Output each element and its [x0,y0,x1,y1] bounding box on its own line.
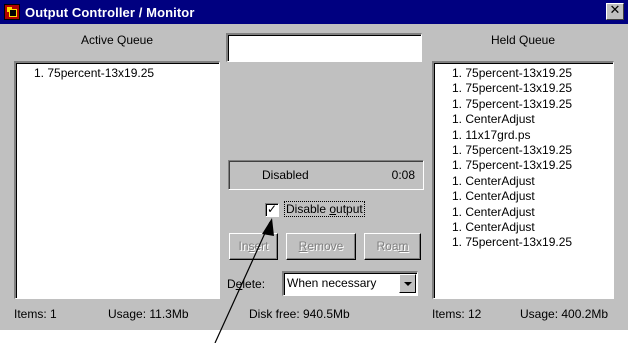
btn-part: In [238,239,249,253]
held-queue-list[interactable]: 1. 75percent-13x19.25 1. 75percent-13x19… [432,61,614,299]
list-item[interactable]: 1. 75percent-13x19.25 [452,143,613,158]
delete-label: Delete: [227,277,265,291]
held-queue-header: Held Queue [490,33,556,47]
delete-policy-select[interactable]: When necessary [282,271,418,296]
list-item[interactable]: 1. 75percent-13x19.25 [452,97,613,112]
btn-part: Roa [376,239,399,253]
list-item[interactable]: 1. CenterAdjust [452,174,613,189]
label-part: D [227,277,236,291]
held-usage: Usage: 400.2Mb [520,307,609,321]
active-queue-header: Active Queue [80,33,154,47]
window-title: Output Controller / Monitor [25,4,195,20]
disable-output-label[interactable]: Disable output [284,201,365,217]
disk-free: Disk free: 940.5Mb [249,307,350,321]
status-text: Disabled [262,168,309,182]
status-time: 0:08 [391,168,415,182]
list-item[interactable]: 1. CenterAdjust [452,205,613,220]
remove-button[interactable]: Remove [286,233,356,260]
btn-accelerator: R [298,239,308,253]
list-item[interactable]: 1. 75percent-13x19.25 [452,235,613,250]
list-item[interactable]: 1. 75percent-13x19.25 [452,66,613,81]
insert-button[interactable]: Insert [229,233,278,260]
checkmark-icon: ✓ [266,202,278,216]
btn-part: ert [254,239,269,253]
disable-output-checkbox[interactable]: ✓ [265,203,279,217]
name-input[interactable] [226,33,422,62]
delete-policy-value: When necessary [287,276,377,290]
close-icon[interactable]: ✕ [606,3,624,20]
btn-accelerator: m [398,239,409,253]
label-part: lete: [242,277,266,291]
active-items-count: Items: 1 [14,307,57,321]
held-items-count: Items: 12 [432,307,482,321]
list-item[interactable]: 1. CenterAdjust [452,112,613,127]
label-part: utput [336,202,363,216]
status-panel: Disabled 0:08 [228,160,424,190]
dropdown-arrow-icon[interactable] [399,274,416,293]
list-item[interactable]: 1. 75percent-13x19.25 [34,66,219,81]
roam-button[interactable]: Roam [364,233,421,260]
title-bar[interactable]: Output Controller / Monitor ✕ [0,0,628,24]
label-part: Disable [286,202,330,216]
list-item[interactable]: 1. CenterAdjust [452,189,613,204]
output-controller-window: Output Controller / Monitor ✕ Active Que… [0,0,628,330]
btn-part: emove [307,239,344,253]
list-item[interactable]: 1. 75percent-13x19.25 [452,81,613,96]
list-item[interactable]: 1. 11x17grd.ps [452,128,613,143]
active-queue-list[interactable]: 1. 75percent-13x19.25 [14,61,220,299]
list-item[interactable]: 1. 75percent-13x19.25 [452,158,613,173]
active-usage: Usage: 11.3Mb [108,307,189,321]
list-item[interactable]: 1. CenterAdjust [452,220,613,235]
app-icon[interactable] [4,4,20,20]
